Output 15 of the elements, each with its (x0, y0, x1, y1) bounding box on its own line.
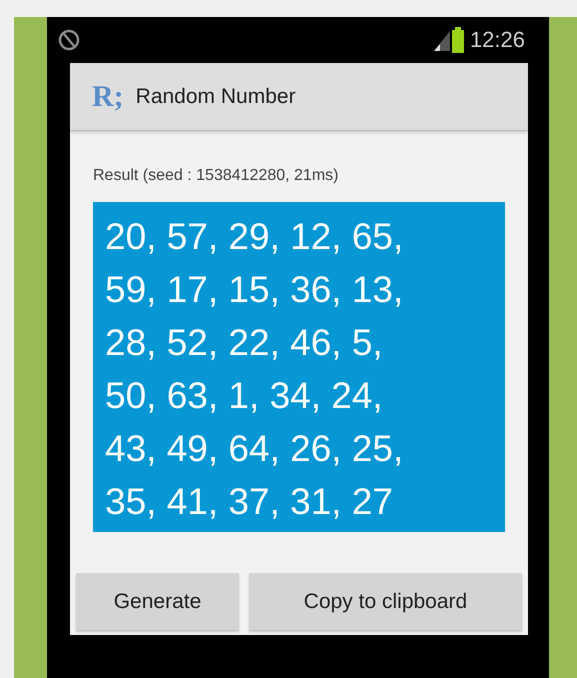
number-line: 35, 41, 37, 31, 27 (105, 480, 394, 524)
number-line: 20, 57, 29, 12, 65, (105, 215, 404, 259)
number-line: 28, 52, 22, 46, 5, (105, 321, 384, 365)
generate-button[interactable]: Generate (76, 573, 239, 630)
app-logo: R; (92, 80, 124, 114)
number-line: 50, 63, 1, 34, 24, (105, 374, 384, 418)
blocked-circle-icon (57, 28, 81, 52)
number-line: 43, 49, 64, 26, 25, (105, 427, 404, 471)
result-label: Result (seed : 1538412280, 21ms) (93, 166, 340, 186)
status-time: 12:26 (470, 27, 525, 53)
copy-button[interactable]: Copy to clipboard (249, 573, 522, 630)
signal-icon (434, 29, 450, 51)
battery-icon (452, 27, 464, 53)
number-line: 59, 17, 15, 36, 13, (105, 268, 404, 312)
app-title: Random Number (136, 84, 296, 108)
